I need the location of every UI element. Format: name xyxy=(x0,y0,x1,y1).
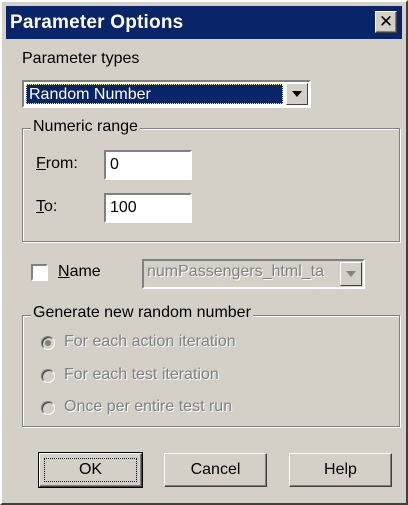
radio-selected-dot xyxy=(45,340,51,346)
name-select[interactable]: numPassengers_html_ta xyxy=(142,259,365,289)
dropdown-arrow-button[interactable] xyxy=(286,83,308,105)
radio-each-action-iteration[interactable] xyxy=(41,336,55,350)
name-select-value: numPassengers_html_ta xyxy=(147,263,324,280)
radio-each-test-iteration[interactable] xyxy=(41,369,55,383)
chevron-down-icon xyxy=(346,271,356,277)
to-label-text: o: xyxy=(44,198,58,215)
generate-title: Generate new random number xyxy=(31,304,253,322)
cancel-button[interactable]: Cancel xyxy=(164,453,267,487)
from-input[interactable]: 0 xyxy=(104,150,192,180)
title-bar: Parameter Options ✕ xyxy=(6,6,402,39)
to-label: To: xyxy=(36,198,58,215)
name-dropdown-arrow-button[interactable] xyxy=(340,262,362,286)
radio-label-once-per-run: Once per entire test run xyxy=(64,398,233,415)
parameter-options-dialog: Parameter Options ✕ Parameter types Rand… xyxy=(0,0,408,505)
parameter-types-select[interactable]: Random Number xyxy=(22,80,311,108)
parameter-types-value: Random Number xyxy=(26,84,283,104)
radio-once-per-run[interactable] xyxy=(41,401,55,415)
name-label-text: ame xyxy=(69,263,101,280)
name-label[interactable]: Name xyxy=(58,263,101,281)
parameter-types-label: Parameter types xyxy=(22,50,140,67)
from-label-text: rom: xyxy=(45,155,78,172)
radio-label-each-test-iteration: For each test iteration xyxy=(64,366,219,383)
chevron-down-icon xyxy=(292,91,302,97)
window-title: Parameter Options xyxy=(10,12,184,33)
radio-label-each-action-iteration: For each action iteration xyxy=(64,333,236,350)
numeric-range-group xyxy=(22,128,400,242)
help-button-label: Help xyxy=(324,461,357,478)
cancel-button-label: Cancel xyxy=(190,461,241,478)
close-icon[interactable]: ✕ xyxy=(375,11,397,33)
numeric-range-title: Numeric range xyxy=(31,118,140,136)
ok-button[interactable]: OK xyxy=(38,452,143,488)
help-button[interactable]: Help xyxy=(289,453,392,487)
name-checkbox[interactable] xyxy=(31,264,48,281)
to-input[interactable]: 100 xyxy=(104,193,192,223)
from-label: From: xyxy=(36,155,78,172)
focus-rect xyxy=(44,458,137,482)
